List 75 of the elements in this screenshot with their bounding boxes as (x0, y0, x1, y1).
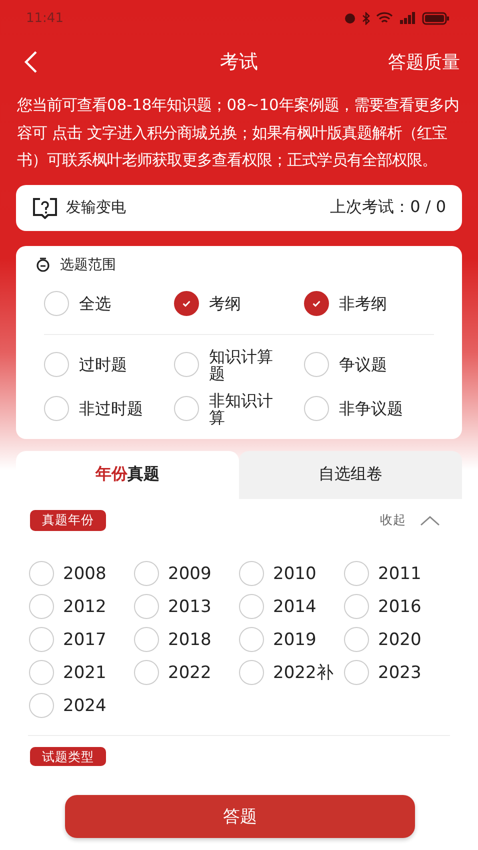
scope-title: 选题范围 (60, 256, 116, 274)
radio[interactable] (29, 561, 54, 586)
radio[interactable] (174, 396, 199, 421)
year-label: 2020 (378, 630, 422, 650)
year-label: 2024 (63, 696, 106, 716)
radio[interactable] (29, 627, 54, 652)
radio[interactable] (344, 660, 369, 685)
year-label: 2023 (378, 662, 422, 682)
battery-icon (422, 12, 450, 24)
year-label: 2018 (168, 630, 212, 650)
check-icon (181, 298, 192, 309)
signal-icon (399, 12, 416, 24)
last-exam-score: 上次考试：0 / 0 (330, 197, 446, 218)
year-label: 2019 (273, 630, 316, 650)
timer-icon (36, 257, 50, 272)
radio[interactable] (344, 594, 369, 619)
year-label: 2011 (378, 564, 422, 584)
radio[interactable] (239, 561, 264, 586)
option-label: 知识计算题 (209, 348, 274, 382)
radio[interactable] (344, 627, 369, 652)
collapse-link[interactable]: 收起 (380, 512, 406, 528)
year-label: 2010 (273, 564, 316, 584)
radio[interactable] (29, 660, 54, 685)
option-label: 全选 (79, 295, 111, 312)
radio[interactable] (44, 396, 69, 421)
question-icon (32, 196, 58, 218)
option-label: 非过时题 (79, 400, 143, 417)
option-label: 非争议题 (339, 400, 403, 417)
status-time: 11:41 (26, 10, 64, 26)
year-label: 2009 (168, 564, 212, 584)
radio[interactable] (239, 594, 264, 619)
checked-radio[interactable] (304, 291, 329, 316)
answer-button[interactable]: 答题 (65, 795, 415, 838)
radio[interactable] (29, 594, 54, 619)
year-label: 2013 (168, 596, 212, 616)
back-icon[interactable] (24, 51, 38, 73)
option-label: 过时题 (79, 356, 127, 373)
option-label: 争议题 (339, 356, 387, 373)
year-label: 2008 (63, 564, 106, 584)
radio[interactable] (134, 561, 159, 586)
radio[interactable] (44, 291, 69, 316)
check-icon (311, 298, 322, 309)
wifi-icon (376, 12, 393, 24)
radio[interactable] (134, 660, 159, 685)
radio[interactable] (239, 627, 264, 652)
year-label: 2014 (273, 596, 316, 616)
bluetooth-icon (362, 12, 370, 24)
chevron-up-icon[interactable] (420, 514, 440, 526)
year-label: 2022补 (273, 662, 334, 684)
checked-radio[interactable] (174, 291, 199, 316)
section-tag: 真题年份 (30, 510, 106, 530)
radio[interactable] (174, 352, 199, 377)
radio[interactable] (239, 660, 264, 685)
option-label: 考纲 (209, 295, 241, 312)
radio[interactable] (134, 627, 159, 652)
alarm-icon (344, 12, 356, 24)
year-label: 2021 (63, 662, 106, 682)
radio[interactable] (44, 352, 69, 377)
radio[interactable] (344, 561, 369, 586)
radio[interactable] (304, 352, 329, 377)
option-label: 非知识计算 (209, 392, 274, 426)
page-title: 考试 (220, 51, 258, 73)
year-label: 2017 (63, 630, 106, 650)
subject-name: 发输变电 (66, 198, 126, 217)
radio[interactable] (134, 594, 159, 619)
answer-quality-link[interactable]: 答题质量 (388, 50, 460, 74)
radio[interactable] (304, 396, 329, 421)
notice-text: 您当前可查看08-18年知识题；08~10年案例题，需要查看更多内容可 点击 文字进入积分商城兑换；如果有枫叶版真题解析（红宝书）可联系枫叶老师获取更多查看权限；正式学员有全部权限。 (16, 95, 460, 171)
option-label: 非考纲 (339, 295, 387, 312)
tab[interactable]: 自选组卷 (239, 450, 462, 498)
section-tag: 试题类型 (30, 746, 106, 766)
year-label: 2012 (63, 596, 106, 616)
year-label: 2016 (378, 596, 422, 616)
year-label: 2022 (168, 662, 212, 682)
radio[interactable] (29, 693, 54, 718)
